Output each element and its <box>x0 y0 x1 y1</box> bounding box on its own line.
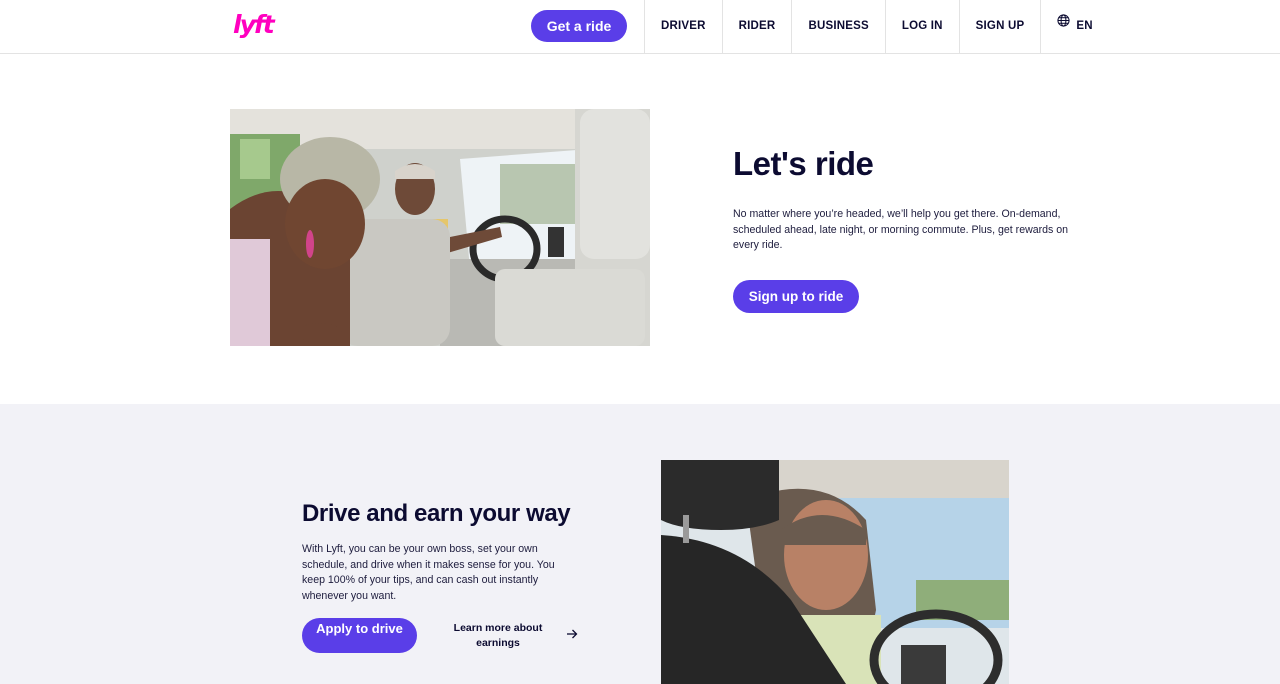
lyft-logo[interactable]: lyft <box>233 12 275 38</box>
nav-rider[interactable]: RIDER <box>721 0 792 53</box>
sign-up-to-ride-button[interactable]: Sign up to ride <box>733 280 859 313</box>
language-label: EN <box>1076 20 1093 32</box>
nav-sign-up[interactable]: SIGN UP <box>958 0 1041 53</box>
drive-section <box>0 404 1280 684</box>
globe-icon <box>1057 0 1070 51</box>
drive-heading: Drive and earn your way <box>302 500 571 527</box>
drive-description: With Lyft, you can be your own boss, set… <box>302 543 555 602</box>
language-selector[interactable]: EN <box>1040 0 1108 53</box>
nav-log-in[interactable]: LOG IN <box>884 0 959 53</box>
nav-driver[interactable]: DRIVER <box>644 0 722 53</box>
learn-more-earnings-link[interactable]: Learn more about earnings <box>442 621 592 651</box>
driver-photo <box>661 460 1009 684</box>
ride-heading: Let's ride <box>733 145 874 182</box>
ride-description: No matter where you’re headed, we’ll hel… <box>733 208 1069 251</box>
site-header: lyft Get a ride DRIVER RIDER BUSINESS LO… <box>0 0 1280 54</box>
nav-business[interactable]: BUSINESS <box>791 0 884 53</box>
main-nav: DRIVER RIDER BUSINESS LOG IN SIGN UP EN <box>644 0 1109 53</box>
apply-to-drive-button[interactable]: Apply to drive <box>302 618 417 653</box>
get-a-ride-button[interactable]: Get a ride <box>531 10 627 42</box>
arrow-right-icon <box>566 628 578 642</box>
rider-photo <box>230 109 650 346</box>
learn-more-label: Learn more about earnings <box>453 622 543 649</box>
